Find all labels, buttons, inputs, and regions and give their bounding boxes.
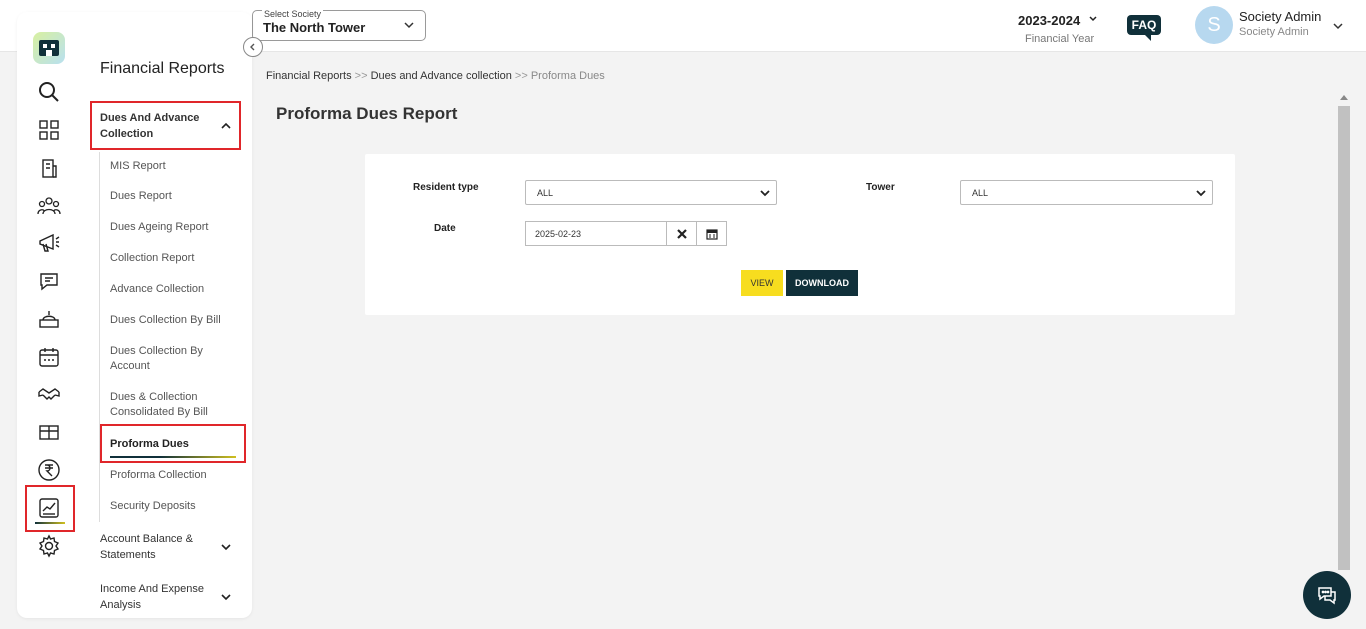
- chevron-down-icon[interactable]: [1332, 20, 1344, 32]
- section-account-balance[interactable]: Account Balance & Statements: [100, 531, 210, 563]
- submenu-divider: [99, 152, 100, 522]
- residents-icon[interactable]: [37, 194, 61, 218]
- announcement-icon[interactable]: [37, 231, 61, 255]
- submenu-item[interactable]: Security Deposits: [110, 499, 196, 514]
- scroll-up-arrow[interactable]: [1340, 95, 1348, 100]
- date-label: Date: [434, 223, 456, 234]
- submenu-item[interactable]: Advance Collection: [110, 282, 204, 297]
- society-select[interactable]: Select Society The North Tower: [252, 9, 426, 41]
- avatar[interactable]: S: [1195, 6, 1233, 44]
- faq-button[interactable]: FAQ: [1127, 15, 1161, 41]
- open-calendar-button[interactable]: [696, 221, 727, 246]
- chevron-down-icon[interactable]: [220, 541, 232, 553]
- chevron-down-icon: [404, 22, 414, 29]
- scrollbar-thumb[interactable]: [1338, 106, 1350, 570]
- breadcrumb-separator: >>: [354, 70, 368, 82]
- building-icon[interactable]: [37, 156, 61, 180]
- menu-title: Financial Reports: [100, 60, 225, 77]
- close-icon: [677, 229, 687, 239]
- submenu-item[interactable]: Dues & Collection Consolidated By Bill: [110, 390, 220, 420]
- tower-select[interactable]: ALL: [960, 180, 1213, 205]
- financial-year-value: 2023-2024: [1018, 13, 1081, 28]
- breadcrumb-current: Proforma Dues: [530, 70, 605, 82]
- view-button[interactable]: VIEW: [741, 270, 783, 296]
- tower-label: Tower: [866, 182, 895, 193]
- chevron-left-icon: [250, 43, 255, 51]
- service-icon[interactable]: [37, 307, 61, 331]
- search-icon[interactable]: [37, 80, 61, 104]
- submenu-item[interactable]: Collection Report: [110, 251, 194, 266]
- submenu-item[interactable]: Dues Collection By Account: [110, 344, 220, 374]
- reports-highlight-box: [25, 485, 75, 532]
- submenu-item[interactable]: MIS Report: [110, 159, 166, 174]
- breadcrumb: Financial Reports >> Dues and Advance co…: [266, 70, 605, 82]
- date-input[interactable]: 2025-02-23: [525, 221, 667, 246]
- gear-icon[interactable]: [37, 534, 61, 558]
- handshake-icon[interactable]: [37, 383, 61, 407]
- page-title: Proforma Dues Report: [276, 104, 458, 123]
- calendar-icon[interactable]: [37, 345, 61, 369]
- chat-icon[interactable]: [37, 269, 61, 293]
- chevron-down-icon[interactable]: [220, 591, 232, 603]
- chevron-down-icon: [1196, 190, 1206, 197]
- submenu-item[interactable]: Dues Ageing Report: [110, 220, 208, 235]
- calendar-icon: [706, 229, 718, 240]
- society-select-label: Select Society: [262, 9, 324, 19]
- proforma-highlight-box: [100, 424, 246, 463]
- user-name: Society Admin: [1239, 9, 1322, 24]
- support-chat-button[interactable]: [1303, 571, 1351, 619]
- breadcrumb-dues-advance[interactable]: Dues and Advance collection: [371, 70, 512, 82]
- society-select-value: The North Tower: [263, 20, 366, 35]
- app-logo[interactable]: [33, 32, 65, 64]
- clear-date-button[interactable]: [666, 221, 697, 246]
- breadcrumb-financial-reports[interactable]: Financial Reports: [266, 70, 352, 82]
- resident-type-value: ALL: [537, 188, 554, 198]
- rupee-icon[interactable]: [37, 458, 61, 482]
- section-highlight-box: [90, 101, 241, 150]
- resident-type-label: Resident type: [413, 182, 479, 193]
- dashboard-icon[interactable]: [37, 118, 61, 142]
- chevron-down-icon: [1089, 16, 1097, 22]
- tower-value: ALL: [972, 188, 989, 198]
- filter-card: Resident type ALL Tower ALL Date 2025-02…: [365, 154, 1235, 315]
- user-role: Society Admin: [1239, 26, 1309, 38]
- financial-year-label: Financial Year: [1025, 33, 1095, 45]
- download-button[interactable]: DOWNLOAD: [786, 270, 858, 296]
- resident-type-select[interactable]: ALL: [525, 180, 777, 205]
- chevron-down-icon: [760, 190, 770, 197]
- package-icon[interactable]: [37, 420, 61, 444]
- submenu-item[interactable]: Dues Report: [110, 189, 172, 204]
- financial-year-select[interactable]: 2023-2024 Financial Year: [1018, 12, 1100, 45]
- submenu-item[interactable]: Dues Collection By Bill: [110, 313, 221, 328]
- section-income-expense[interactable]: Income And Expense Analysis: [100, 581, 210, 613]
- breadcrumb-separator: >>: [514, 70, 528, 82]
- chat-bubble-icon: [1318, 587, 1336, 605]
- submenu-item[interactable]: Proforma Collection: [110, 468, 207, 483]
- collapse-sidebar-button[interactable]: [243, 37, 263, 57]
